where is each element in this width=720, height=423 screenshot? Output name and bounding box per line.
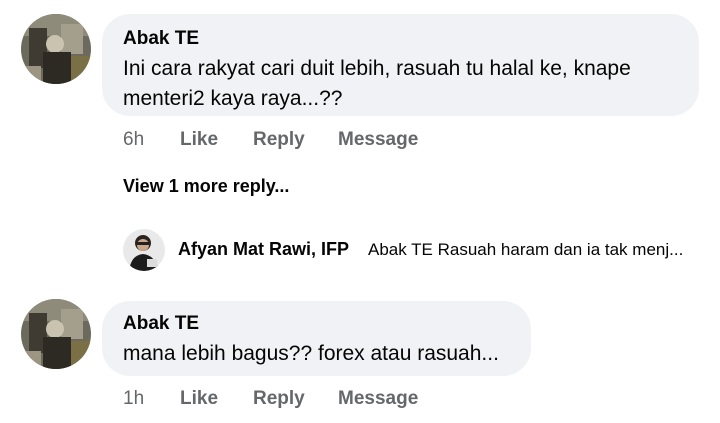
commenter-avatar[interactable] [21,14,91,84]
comment-text-line: Ini cara rakyat cari duit lebih, rasuah … [123,57,631,80]
comment-actions: 1h Like Reply Message [0,388,720,412]
comment-author[interactable]: Abak TE [123,313,199,335]
message-button[interactable]: Message [338,129,418,151]
reply-button[interactable]: Reply [253,129,305,151]
comment-actions: 6h Like Reply Message [0,129,720,153]
reply-preview[interactable]: Afyan Mat Rawi, IFP Abak TE Rasuah haram… [0,239,720,263]
reply-author-name[interactable]: Afyan Mat Rawi, IFP [178,239,349,260]
message-button[interactable]: Message [338,388,418,410]
comment-author[interactable]: Abak TE [123,28,199,50]
profile-photo-icon [21,299,91,369]
comment-thread: Abak TE Ini cara rakyat cari duit lebih,… [0,0,720,423]
like-button[interactable]: Like [180,388,218,410]
reply-button[interactable]: Reply [253,388,305,410]
like-button[interactable]: Like [180,129,218,151]
commenter-avatar[interactable] [21,299,91,369]
profile-photo-icon [21,14,91,84]
comment-timestamp[interactable]: 6h [123,129,144,151]
view-more-replies-link[interactable]: View 1 more reply... [123,176,289,197]
reply-snippet: Abak TE Rasuah haram dan ia tak menj... [368,240,684,259]
comment-timestamp[interactable]: 1h [123,388,144,410]
comment-text-line: menteri2 kaya raya...?? [123,87,343,110]
comment-text-line: mana lebih bagus?? forex atau rasuah... [123,342,499,365]
